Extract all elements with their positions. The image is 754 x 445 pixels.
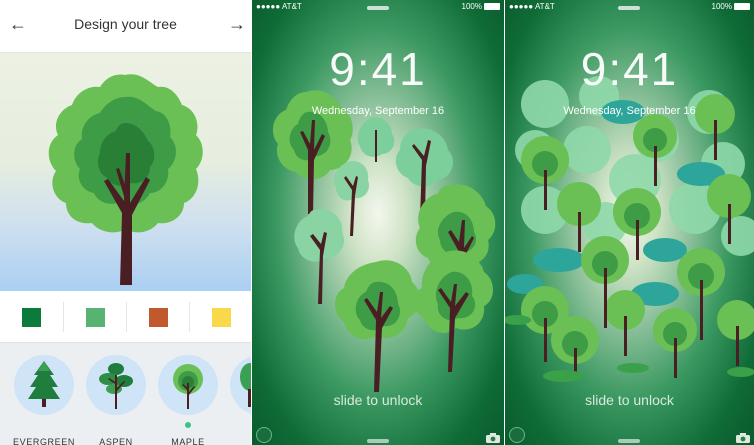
swatch-color-dark-green — [22, 308, 41, 327]
swatch-color-light-green — [86, 308, 105, 327]
tree-type-partial[interactable]: SP — [228, 355, 251, 443]
nav-bar: ← Design your tree → — [0, 0, 251, 53]
slide-to-unlock[interactable]: slide to unlock — [505, 392, 754, 408]
lock-date: Wednesday, September 16 — [563, 105, 696, 117]
lock-date: Wednesday, September 16 — [311, 105, 445, 117]
control-center-grabber[interactable] — [367, 439, 389, 443]
carrier-signal: ●●●●● AT&T — [256, 2, 302, 11]
tree-designer-panel: ← Design your tree → EVERGREEN ASPEN MAP… — [0, 0, 251, 445]
camera-icon[interactable] — [486, 433, 500, 443]
swatch-color-yellow — [212, 308, 231, 327]
flashlight-icon[interactable] — [256, 427, 272, 443]
lock-screen-sparse: ●●●●● AT&T 100% 9:41 Wednesday, Septembe… — [252, 0, 504, 445]
tree-type-label: SP — [218, 437, 251, 445]
control-center-grabber[interactable] — [618, 439, 640, 443]
lock-screen-dense: ●●●●● AT&T 100% 9:41 Wednesday, Septembe… — [505, 0, 754, 445]
tree-type-evergreen[interactable]: EVERGREEN — [12, 355, 76, 445]
flashlight-icon[interactable] — [509, 427, 525, 443]
lock-time: 9:41 — [329, 43, 427, 95]
tree-partial-icon — [230, 355, 251, 415]
camera-icon[interactable] — [736, 433, 750, 443]
selected-indicator — [185, 422, 191, 428]
evergreen-icon — [14, 355, 74, 415]
swatch-orange[interactable] — [127, 291, 189, 342]
battery-icon — [484, 3, 500, 10]
slide-to-unlock-label: slide to unlock — [585, 392, 674, 408]
battery-percent: 100% — [461, 2, 482, 11]
swatch-yellow[interactable] — [190, 291, 251, 342]
lock-time: 9:41 — [580, 43, 679, 95]
battery-icon — [734, 3, 750, 10]
swatch-color-orange — [149, 308, 168, 327]
notification-grabber[interactable] — [618, 6, 640, 10]
maple-icon — [158, 355, 218, 415]
battery-indicator: 100% — [712, 2, 750, 11]
page-title: Design your tree — [74, 16, 177, 32]
maple-tree-illustration — [48, 74, 203, 285]
notification-grabber[interactable] — [367, 6, 389, 10]
forward-arrow-icon[interactable]: → — [228, 14, 246, 34]
tree-type-aspen[interactable]: ASPEN — [84, 355, 148, 445]
tree-type-maple[interactable]: MAPLE — [156, 355, 220, 445]
swatch-dark-green[interactable] — [0, 291, 62, 342]
tree-type-carousel: EVERGREEN ASPEN MAPLE — [0, 343, 251, 445]
battery-indicator: 100% — [462, 2, 500, 11]
carrier-signal: ●●●●● AT&T — [509, 2, 555, 11]
color-swatch-row — [0, 291, 251, 343]
swatch-light-green[interactable] — [64, 291, 126, 342]
aspen-icon — [86, 355, 146, 415]
slide-to-unlock-label: slide to unlock — [333, 392, 423, 408]
battery-percent: 100% — [711, 2, 732, 11]
slide-to-unlock[interactable]: slide to unlock — [252, 392, 504, 408]
tree-preview — [0, 53, 251, 291]
